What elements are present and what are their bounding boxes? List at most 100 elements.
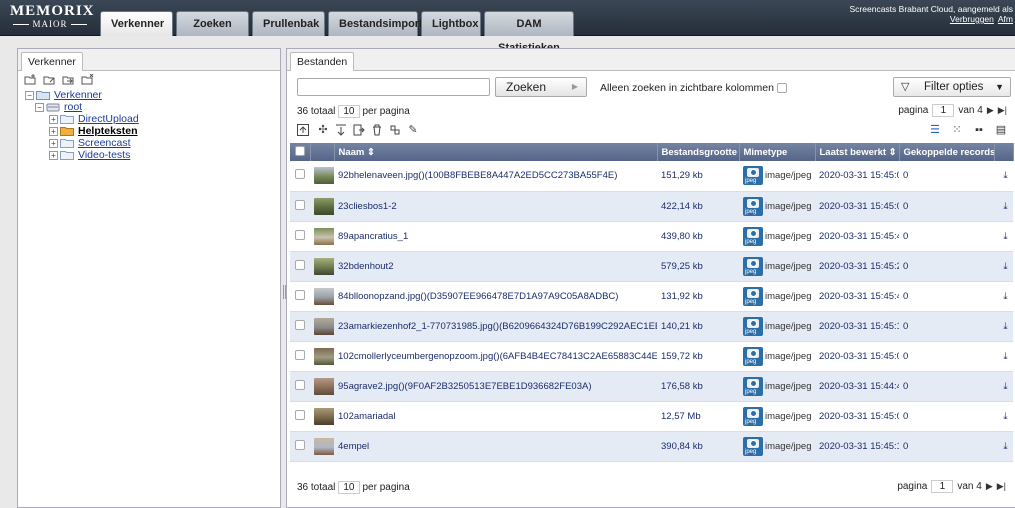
- download-icon[interactable]: [335, 124, 347, 136]
- tree-node-helpteksten[interactable]: + Helpteksten: [49, 125, 280, 137]
- download-icon[interactable]: ⤓: [994, 221, 1013, 252]
- trash-icon[interactable]: [371, 124, 383, 136]
- tab-bestanden[interactable]: Bestanden: [290, 52, 355, 71]
- file-name[interactable]: 32bdenhout2: [334, 251, 657, 282]
- row-checkbox[interactable]: [295, 439, 305, 450]
- table-row[interactable]: 89apancratius_1 439,80 kb jpeg image/jpeg 20…: [290, 221, 1013, 252]
- row-thumb-cell[interactable]: [310, 251, 334, 282]
- per-page-select[interactable]: 10: [338, 481, 360, 494]
- tab-verkenner[interactable]: Verkenner: [21, 52, 83, 71]
- file-name[interactable]: 92bhelenaveen.jpg()(100B8FBEBE8A447A2ED5…: [334, 161, 657, 192]
- table-row[interactable]: 4empel 390,84 kb jpeg image/jpeg 2020-03-31 …: [290, 431, 1013, 462]
- next-page-icon[interactable]: ▶: [986, 481, 993, 492]
- download-icon[interactable]: ⤓: [994, 161, 1013, 192]
- table-row[interactable]: 23amarkiezenhof2_1-770731985.jpg()(B6209…: [290, 311, 1013, 342]
- col-header-size[interactable]: Bestandsgrootte ⇕: [657, 143, 740, 161]
- file-name[interactable]: 89apancratius_1: [334, 221, 657, 252]
- row-checkbox[interactable]: [295, 319, 305, 330]
- table-row[interactable]: 102amariadal 12,57 Mb jpeg image/jpeg 2020-0…: [290, 401, 1013, 432]
- edit-folder-icon[interactable]: [43, 74, 56, 86]
- nav-tab-verkenner[interactable]: Verkenner: [100, 11, 173, 36]
- row-checkbox[interactable]: [295, 229, 305, 240]
- file-name[interactable]: 102cmollerlyceumbergenopzoom.jpg()(6AFB4…: [334, 341, 657, 372]
- thumbnail[interactable]: [314, 377, 334, 395]
- expand-icon[interactable]: +: [49, 126, 58, 136]
- filter-options-button[interactable]: ▽ Filter opties ▼: [893, 77, 1011, 97]
- tree-label-root[interactable]: root: [64, 101, 82, 113]
- download-icon[interactable]: ⤓: [994, 251, 1013, 282]
- row-checkbox[interactable]: [295, 379, 305, 390]
- row-checkbox[interactable]: [295, 259, 305, 270]
- collapse-icon[interactable]: −: [35, 102, 44, 112]
- row-thumb-cell[interactable]: [310, 341, 334, 372]
- table-row[interactable]: 32bdenhout2 579,25 kb jpeg image/jpeg 2020-0…: [290, 251, 1013, 282]
- row-checkbox[interactable]: [295, 289, 305, 300]
- tree-label-video-tests[interactable]: Video-tests: [78, 149, 130, 161]
- export-icon[interactable]: [353, 124, 365, 136]
- row-select-cell[interactable]: [290, 341, 310, 372]
- move-icon[interactable]: ✣: [317, 124, 329, 136]
- detail-view-icon[interactable]: ▤: [995, 124, 1007, 136]
- nav-tab-lightbox[interactable]: Lightbox: [421, 11, 481, 36]
- select-all-header[interactable]: [290, 143, 311, 161]
- tree-node-video-tests[interactable]: + Video-tests: [49, 149, 280, 161]
- visible-columns-option[interactable]: Alleen zoeken in zichtbare kolommen: [600, 82, 787, 94]
- thumbnail[interactable]: [314, 167, 334, 185]
- row-thumb-cell[interactable]: [310, 371, 334, 402]
- row-thumb-cell[interactable]: [310, 401, 334, 432]
- nav-tab-prullenbak[interactable]: Prullenbak: [252, 11, 325, 36]
- row-select-cell[interactable]: [290, 161, 310, 192]
- download-icon[interactable]: ⤓: [994, 311, 1013, 342]
- tree-label-directupload[interactable]: DirectUpload: [78, 113, 139, 125]
- col-header-mime[interactable]: Mimetype: [739, 143, 816, 161]
- page-input[interactable]: 1: [931, 480, 954, 493]
- file-name[interactable]: 95agrave2.jpg()(9F0AF2B3250513E7EBE1D936…: [334, 371, 657, 402]
- tree-node-root[interactable]: − root: [35, 101, 280, 113]
- link-icon[interactable]: [389, 124, 401, 136]
- tree-label-helpteksten[interactable]: Helpteksten: [78, 125, 138, 137]
- page-input[interactable]: 1: [932, 104, 955, 117]
- col-header-name[interactable]: Naam ⇕: [334, 143, 658, 161]
- download-icon[interactable]: ⤓: [994, 341, 1013, 372]
- tree-node-directupload[interactable]: + DirectUpload: [49, 113, 280, 125]
- row-select-cell[interactable]: [290, 281, 310, 312]
- thumbnail[interactable]: [314, 287, 334, 305]
- move-folder-icon[interactable]: [62, 74, 75, 86]
- row-thumb-cell[interactable]: [310, 191, 334, 222]
- nav-tab-bestandsimport[interactable]: Bestandsimport: [328, 11, 423, 36]
- nav-tab-dam-statistieken[interactable]: DAM Statistieken: [484, 11, 574, 54]
- table-row[interactable]: 95agrave2.jpg()(9F0AF2B3250513E7EBE1D936…: [290, 371, 1013, 402]
- thumbnail[interactable]: [314, 347, 334, 365]
- thumbnail[interactable]: [314, 257, 334, 275]
- download-icon[interactable]: ⤓: [994, 371, 1013, 402]
- list-view-icon[interactable]: ☰: [929, 124, 941, 136]
- thumbnail[interactable]: [314, 227, 334, 245]
- row-checkbox[interactable]: [295, 409, 305, 420]
- row-thumb-cell[interactable]: [310, 161, 334, 192]
- visible-columns-checkbox[interactable]: [776, 83, 787, 93]
- row-checkbox[interactable]: [295, 169, 305, 180]
- small-grid-view-icon[interactable]: ⁙: [951, 124, 963, 136]
- logout-link[interactable]: Afm: [998, 14, 1013, 24]
- table-row[interactable]: 92bhelenaveen.jpg()(100B8FBEBE8A447A2ED5…: [290, 161, 1013, 192]
- thumbnail[interactable]: [314, 317, 334, 335]
- select-all-checkbox[interactable]: [295, 145, 305, 156]
- table-row[interactable]: 102cmollerlyceumbergenopzoom.jpg()(6AFB4…: [290, 341, 1013, 372]
- new-folder-icon[interactable]: [24, 74, 37, 86]
- file-name[interactable]: 84blloonopzand.jpg()(D35907EE966478E7D1A…: [334, 281, 657, 312]
- row-select-cell[interactable]: [290, 221, 310, 252]
- table-row[interactable]: 84blloonopzand.jpg()(D35907EE966478E7D1A…: [290, 281, 1013, 312]
- download-icon[interactable]: ⤓: [994, 401, 1013, 432]
- search-button[interactable]: Zoeken ▶: [495, 77, 587, 97]
- download-icon[interactable]: ⤓: [994, 191, 1013, 222]
- row-select-cell[interactable]: [290, 401, 310, 432]
- row-checkbox[interactable]: [295, 349, 305, 360]
- user-link[interactable]: Verbruggen: [950, 14, 994, 24]
- tree-node-screencast[interactable]: + Screencast: [49, 137, 280, 149]
- thumbnail[interactable]: [314, 437, 334, 455]
- per-page-select[interactable]: 10: [338, 105, 360, 118]
- nav-tab-zoeken[interactable]: Zoeken: [176, 11, 249, 36]
- last-page-icon[interactable]: ▶|: [997, 481, 1006, 492]
- expand-icon[interactable]: +: [49, 150, 58, 160]
- row-select-cell[interactable]: [290, 371, 310, 402]
